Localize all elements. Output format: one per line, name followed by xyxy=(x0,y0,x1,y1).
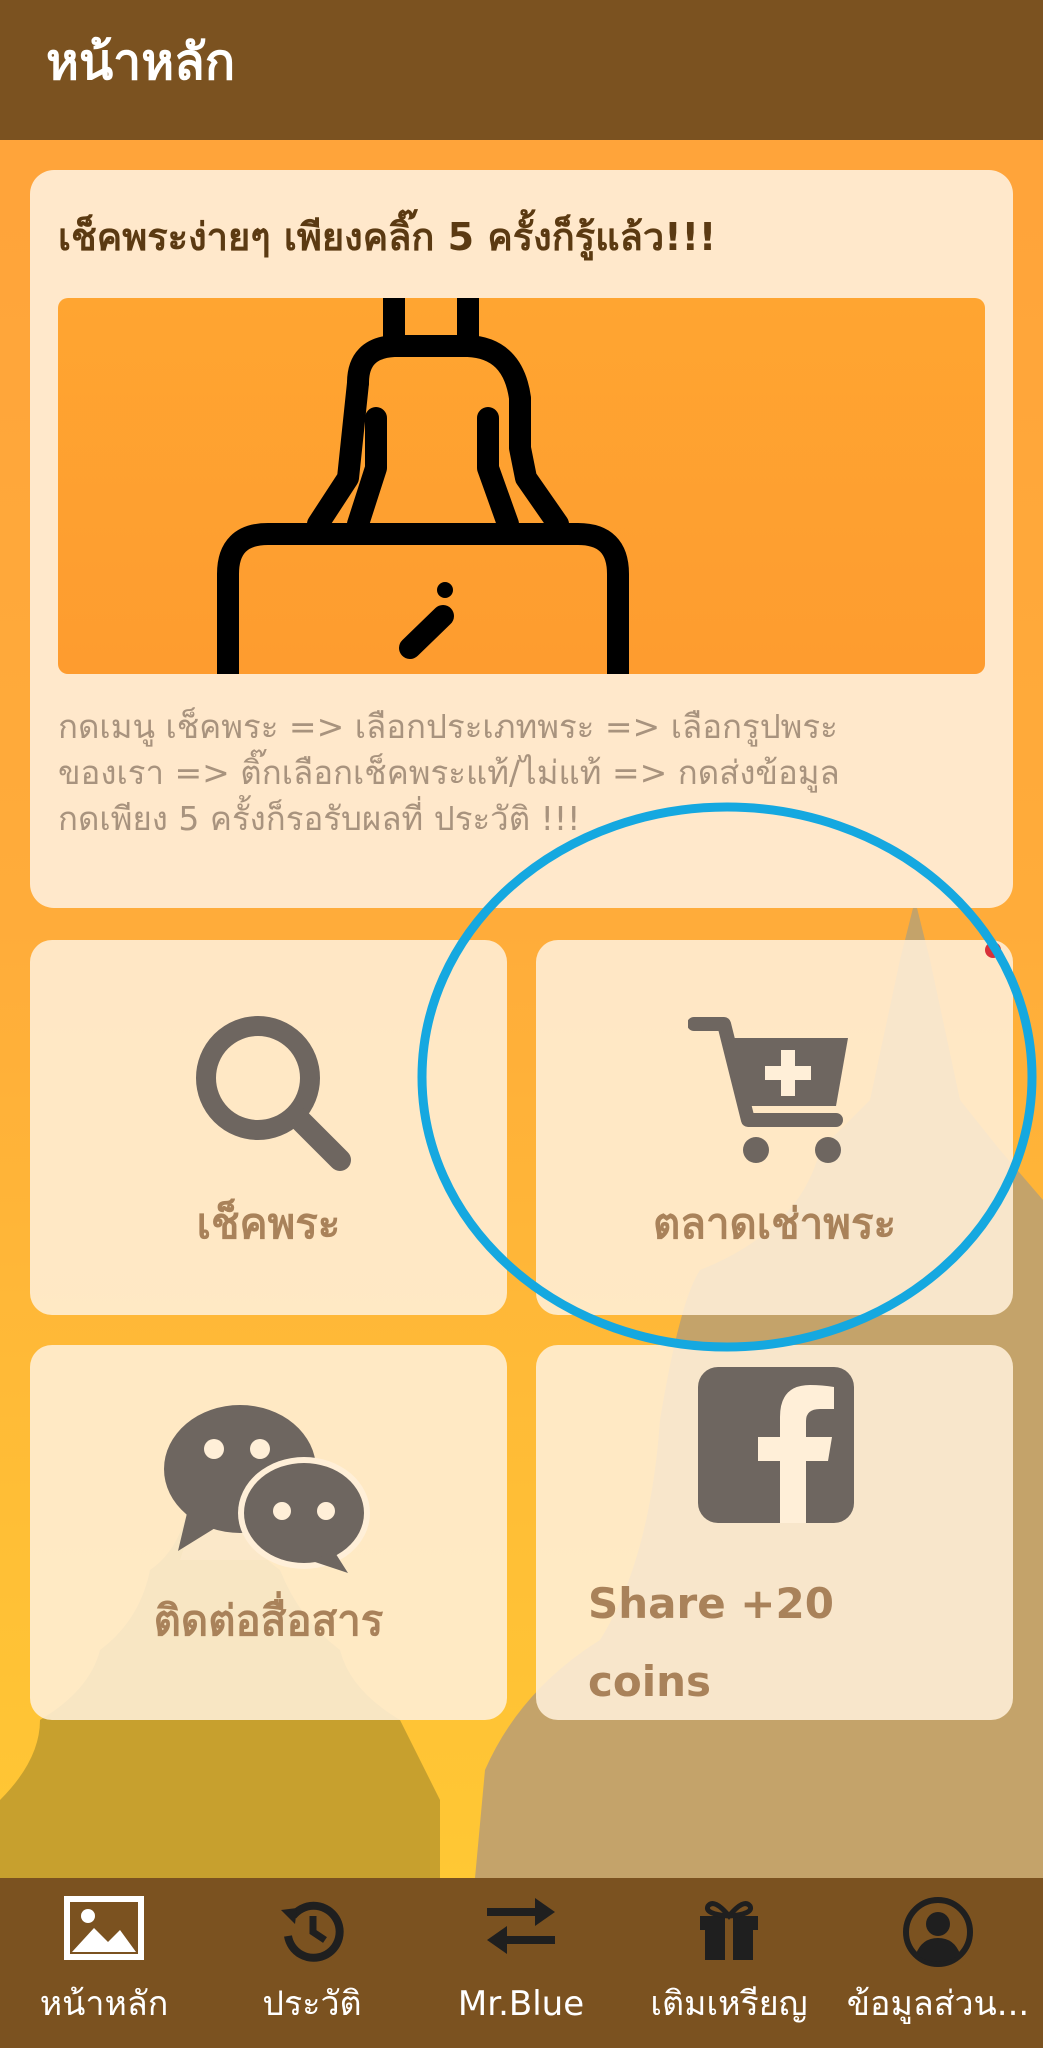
notification-dot xyxy=(985,942,1001,958)
cart-plus-icon xyxy=(688,1017,848,1163)
tab-home[interactable]: หน้าหลัก xyxy=(0,1878,208,2048)
buddha-banner-image xyxy=(58,298,985,674)
tab-top-up[interactable]: เติมเหรียญ xyxy=(625,1878,833,2048)
share-label: Share +20 coins xyxy=(588,1579,834,1706)
tab-history[interactable]: ประวัติ xyxy=(208,1878,416,2048)
share-tile[interactable]: Share +20 coins xyxy=(536,1345,1013,1720)
tab-profile-label: ข้อมูลส่วน... xyxy=(846,1984,1030,2024)
image-icon xyxy=(64,1896,144,1960)
tab-profile[interactable]: ข้อมูลส่วน... xyxy=(834,1878,1042,2048)
tab-top-up-label: เติมเหรียญ xyxy=(650,1984,808,2024)
history-icon xyxy=(281,1901,344,1962)
facebook-icon xyxy=(698,1367,854,1523)
contact-label: ติดต่อสื่อสาร xyxy=(153,1596,384,1645)
swap-arrows-icon xyxy=(487,1898,555,1954)
amulet-market-tile[interactable]: ตลาดเช่าพระ xyxy=(536,940,1013,1315)
tab-mr-blue[interactable]: Mr.Blue xyxy=(417,1878,625,2048)
amulet-market-label: ตลาดเช่าพระ xyxy=(652,1199,897,1248)
tab-history-label: ประวัติ xyxy=(262,1984,362,2024)
info-card-description: กดเมนู เช็คพระ => เลือกประเภทพระ => เลือ… xyxy=(58,707,840,838)
bottom-nav: หน้าหลัก ประวัติ Mr.Blue เติมเหรียญ ข้อม… xyxy=(0,1878,1043,2048)
search-icon xyxy=(196,1016,351,1171)
info-card: เช็คพระง่ายๆ เพียงคลิ๊ก 5 ครั้งก็รู้แล้ว… xyxy=(30,170,1013,908)
app-bar: หน้าหลัก xyxy=(0,0,1043,140)
check-amulet-tile[interactable]: เช็คพระ xyxy=(30,940,507,1315)
tab-home-label: หน้าหลัก xyxy=(39,1984,169,2024)
info-card-title: เช็คพระง่ายๆ เพียงคลิ๊ก 5 ครั้งก็รู้แล้ว… xyxy=(58,215,717,259)
chat-bubbles-icon xyxy=(164,1405,370,1573)
check-amulet-label: เช็คพระ xyxy=(196,1199,341,1248)
gift-icon xyxy=(700,1901,758,1960)
contact-tile[interactable]: ติดต่อสื่อสาร xyxy=(30,1345,507,1720)
account-circle-icon xyxy=(903,1897,973,1967)
page-title: หน้าหลัก xyxy=(46,33,236,91)
tab-mr-blue-label: Mr.Blue xyxy=(457,1984,585,2024)
buddha-icon xyxy=(217,298,629,674)
